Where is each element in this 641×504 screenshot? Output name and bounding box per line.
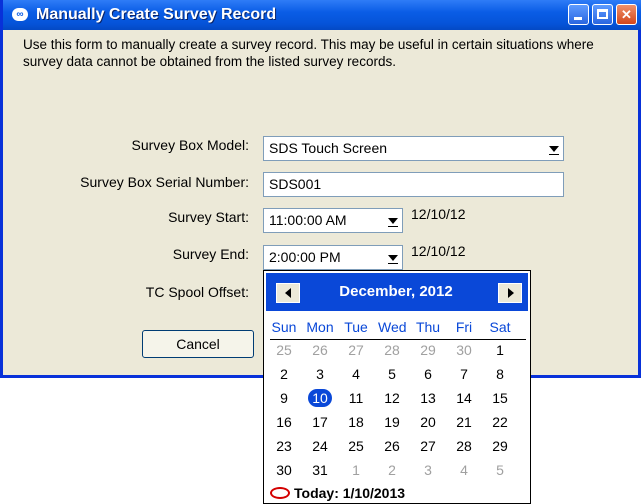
calendar-day[interactable]: 8	[486, 364, 514, 384]
calendar-day[interactable]: 26	[306, 340, 334, 360]
calendar-day[interactable]: 19	[378, 412, 406, 432]
calendar-day[interactable]: 26	[378, 436, 406, 456]
weekday-fri: Fri	[455, 319, 473, 335]
calendar-day[interactable]: 4	[450, 460, 478, 480]
serial-field[interactable]: SDS001	[263, 172, 564, 197]
calendar-day[interactable]: 17	[306, 412, 334, 432]
cancel-button[interactable]: Cancel	[142, 330, 254, 358]
chevron-down-icon[interactable]	[545, 138, 562, 159]
calendar-day[interactable]: 16	[270, 412, 298, 432]
weekday-sat: Sat	[489, 319, 511, 335]
calendar-day[interactable]: 27	[342, 340, 370, 360]
calendar-day[interactable]: 29	[486, 436, 514, 456]
today-circle-icon	[270, 487, 290, 499]
calendar-day[interactable]: 29	[414, 340, 442, 360]
weekday-wed: Wed	[378, 319, 407, 335]
start-label: Survey Start:	[168, 209, 249, 225]
weekday-sun: Sun	[271, 319, 297, 335]
calendar-day[interactable]: 11	[342, 388, 370, 408]
calendar-day[interactable]: 5	[486, 460, 514, 480]
calendar-day[interactable]: 18	[342, 412, 370, 432]
maximize-button[interactable]	[592, 4, 613, 25]
calendar-day[interactable]: 20	[414, 412, 442, 432]
chevron-left-icon	[285, 288, 291, 298]
serial-label: Survey Box Serial Number:	[80, 174, 249, 190]
title-bar[interactable]: ∞ Manually Create Survey Record ✕	[3, 0, 641, 30]
calendar-day[interactable]: 13	[414, 388, 442, 408]
calendar-day[interactable]: 28	[450, 436, 478, 456]
calendar-day[interactable]: 21	[450, 412, 478, 432]
date-picker-calendar: December, 2012 Sun Mon Tue Wed Thu Fri Sat 25 2…	[263, 270, 531, 504]
calendar-day[interactable]: 3	[414, 460, 442, 480]
today-link[interactable]: Today: 1/10/2013	[270, 484, 526, 504]
close-icon: ✕	[621, 7, 632, 22]
calendar-day[interactable]: 25	[342, 436, 370, 456]
calendar-day[interactable]: 31	[306, 460, 334, 480]
weekday-mon: Mon	[306, 319, 334, 335]
calendar-day[interactable]: 4	[342, 364, 370, 384]
start-time-value: 11:00:00 AM	[269, 212, 347, 228]
sds-logo-icon: ∞	[12, 8, 28, 21]
today-text: Today: 1/10/2013	[294, 485, 406, 501]
calendar-day[interactable]: 24	[306, 436, 334, 456]
end-time-picker[interactable]: 2:00:00 PM	[263, 245, 403, 270]
calendar-header: December, 2012	[266, 273, 528, 311]
calendar-day[interactable]: 6	[414, 364, 442, 384]
calendar-day[interactable]: 5	[378, 364, 406, 384]
calendar-day[interactable]: 2	[270, 364, 298, 384]
model-select[interactable]: SDS Touch Screen	[263, 136, 564, 161]
weekday-tue: Tue	[344, 319, 368, 335]
calendar-day[interactable]: 22	[486, 412, 514, 432]
calendar-day[interactable]: 15	[486, 388, 514, 408]
model-label: Survey Box Model:	[131, 137, 250, 153]
end-date[interactable]: 12/10/12	[411, 243, 466, 259]
weekday-header: Sun Mon Tue Wed Thu Fri Sat	[264, 319, 530, 339]
calendar-day[interactable]: 30	[450, 340, 478, 360]
calendar-month-title: December, 2012	[339, 283, 453, 300]
end-time-value: 2:00:00 PM	[269, 249, 341, 265]
window-title: Manually Create Survey Record	[36, 6, 277, 23]
weekday-thu: Thu	[415, 319, 441, 335]
calendar-day[interactable]: 27	[414, 436, 442, 456]
calendar-day[interactable]: 1	[342, 460, 370, 480]
calendar-day[interactable]: 25	[270, 340, 298, 360]
chevron-down-icon[interactable]	[384, 247, 401, 268]
calendar-day[interactable]: 3	[306, 364, 334, 384]
minimize-button[interactable]	[568, 4, 589, 25]
prev-month-button[interactable]	[276, 283, 300, 303]
calendar-day[interactable]: 14	[450, 388, 478, 408]
maximize-icon	[597, 9, 608, 19]
minimize-icon	[574, 17, 582, 20]
selected-day[interactable]: 10	[306, 388, 334, 408]
calendar-day[interactable]: 1	[486, 340, 514, 360]
close-button[interactable]: ✕	[616, 4, 637, 25]
start-date[interactable]: 12/10/12	[411, 206, 466, 222]
next-month-button[interactable]	[498, 283, 522, 303]
intro-text: Use this form to manually create a surve…	[23, 37, 594, 69]
calendar-day[interactable]: 7	[450, 364, 478, 384]
calendar-day[interactable]: 12	[378, 388, 406, 408]
calendar-day[interactable]: 9	[270, 388, 298, 408]
offset-label: TC Spool Offset:	[145, 284, 249, 300]
end-label: Survey End:	[172, 246, 249, 262]
model-value: SDS Touch Screen	[269, 140, 388, 156]
calendar-day[interactable]: 2	[378, 460, 406, 480]
calendar-day[interactable]: 30	[270, 460, 298, 480]
chevron-right-icon	[508, 288, 514, 298]
chevron-down-icon[interactable]	[384, 210, 401, 231]
start-time-picker[interactable]: 11:00:00 AM	[263, 208, 403, 233]
calendar-day[interactable]: 23	[270, 436, 298, 456]
calendar-day[interactable]: 28	[378, 340, 406, 360]
